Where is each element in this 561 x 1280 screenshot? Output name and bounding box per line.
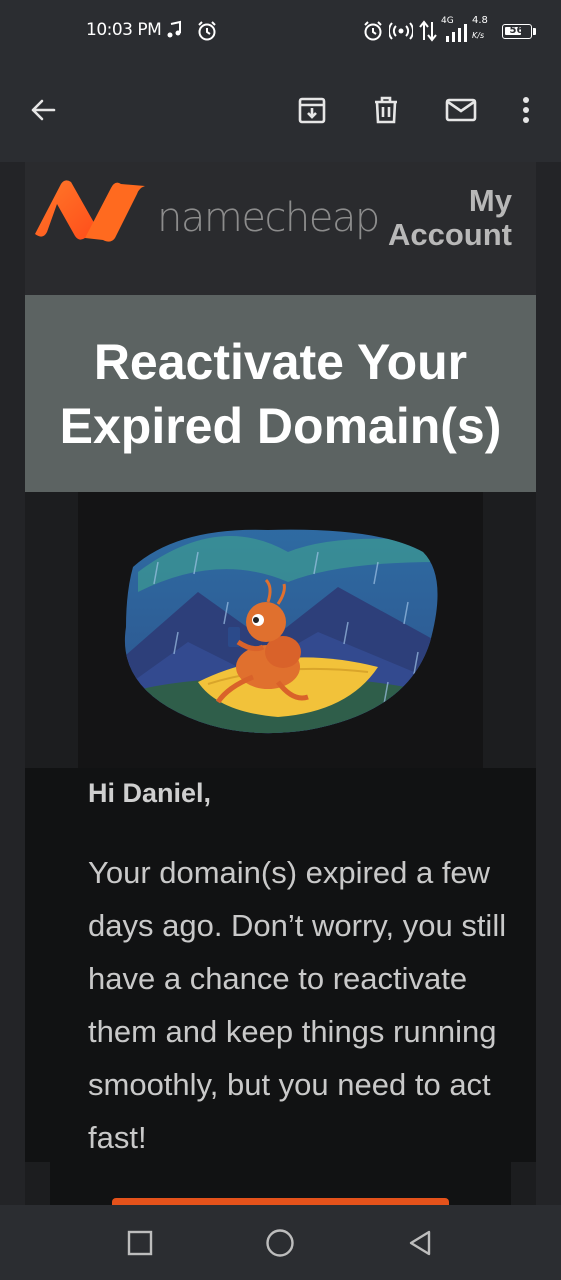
system-back-button[interactable]	[400, 1225, 440, 1265]
alarm-icon	[362, 20, 384, 47]
hero-margin-right	[483, 492, 536, 768]
signal-icon	[445, 24, 467, 47]
home-circle-icon	[265, 1228, 295, 1262]
battery-tip	[533, 28, 536, 35]
email-greeting: Hi Daniel,	[88, 778, 212, 808]
my-account-link[interactable]: My Account	[372, 184, 512, 252]
archive-icon	[297, 95, 327, 129]
hotspot-icon	[388, 20, 414, 47]
mark-unread-button[interactable]	[441, 92, 481, 132]
data-arrows-icon	[419, 20, 437, 47]
namecheap-wordmark: namecheap	[157, 195, 380, 241]
alarm-icon	[196, 20, 218, 47]
back-triangle-icon	[407, 1229, 433, 1261]
delete-icon	[371, 95, 401, 129]
mark-unread-icon	[445, 97, 477, 127]
status-bar: 10:03 PM 4G 4.8 K/s 56	[0, 0, 561, 62]
content-margin-right	[511, 1162, 536, 1205]
back-arrow-icon	[29, 96, 57, 128]
namecheap-logo-icon[interactable]	[33, 176, 148, 248]
more-vert-icon	[521, 95, 531, 129]
email-body-text: Your domain(s) expired a few days ago. D…	[88, 855, 507, 1155]
battery-icon: 56	[502, 24, 532, 39]
rainy-ant-illustration	[124, 529, 438, 734]
hero-margin-left	[25, 492, 78, 768]
back-button[interactable]	[23, 92, 63, 132]
email-app-bar	[0, 62, 561, 162]
delete-button[interactable]	[366, 92, 406, 132]
more-options-button[interactable]	[506, 92, 546, 132]
recents-button[interactable]	[120, 1225, 160, 1265]
recents-square-icon	[127, 1230, 153, 1260]
namecheap-header: namecheap My Account	[25, 162, 536, 295]
system-navigation-bar	[0, 1205, 561, 1280]
hero-illustration	[78, 492, 483, 768]
archive-button[interactable]	[292, 92, 332, 132]
email-headline: Reactivate Your Expired Domain(s)	[59, 333, 502, 454]
content-margin-left	[25, 1162, 50, 1205]
battery-level-text: 56	[509, 25, 524, 36]
network-speed-value: 4.8	[472, 15, 488, 26]
home-button[interactable]	[260, 1225, 300, 1265]
headline-banner: Reactivate Your Expired Domain(s)	[25, 295, 536, 492]
music-icon	[164, 20, 184, 45]
status-time: 10:03 PM	[86, 20, 162, 40]
network-speed-unit: K/s	[472, 31, 485, 40]
